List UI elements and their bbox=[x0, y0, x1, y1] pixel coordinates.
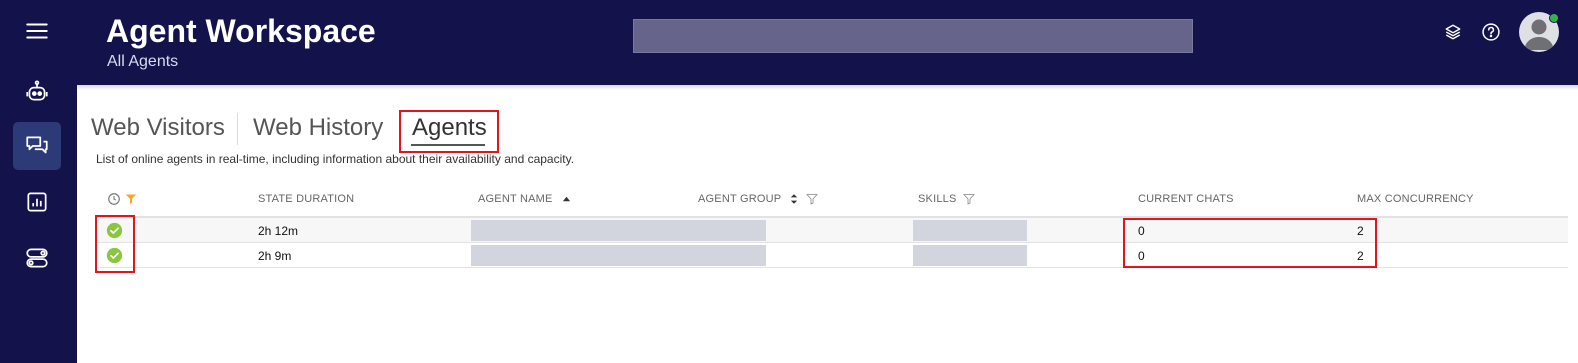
chat-bubbles-icon bbox=[26, 136, 48, 154]
cell-state-duration: 2h 12m bbox=[258, 224, 299, 238]
sort-ascending-icon[interactable] bbox=[562, 195, 571, 204]
page-description: List of online agents in real-time, incl… bbox=[96, 152, 575, 166]
column-header-max-concurrency[interactable]: MAX CONCURRENCY bbox=[1357, 193, 1474, 205]
cell-state-duration: 2h 9m bbox=[258, 249, 292, 263]
column-header-agent-group-label: AGENT GROUP bbox=[698, 193, 782, 205]
page-title: Agent Workspace bbox=[106, 13, 376, 49]
sidebar-item-reports[interactable] bbox=[13, 178, 61, 226]
cell-skills-redacted bbox=[913, 245, 1027, 266]
column-header-agent-group[interactable]: AGENT GROUP bbox=[698, 193, 818, 205]
bar-chart-icon bbox=[27, 192, 47, 212]
highlight-box-chats-concurrency bbox=[1123, 218, 1377, 268]
sidebar bbox=[0, 0, 77, 363]
highlight-box-status-column bbox=[95, 215, 135, 273]
layers-icon bbox=[1445, 24, 1461, 40]
app-root: Agent Workspace All Agents Web Visitors … bbox=[0, 0, 1578, 363]
robot-icon bbox=[26, 80, 48, 101]
tab-web-history[interactable]: Web History bbox=[253, 114, 383, 142]
page-subtitle: All Agents bbox=[107, 53, 179, 70]
status-column-header[interactable] bbox=[107, 192, 137, 206]
cell-agent-name-redacted bbox=[471, 220, 766, 241]
highlight-box-agents-tab bbox=[399, 110, 499, 153]
column-header-agent-name-label: AGENT NAME bbox=[478, 193, 553, 205]
help-icon bbox=[1482, 23, 1500, 41]
sort-both-icon[interactable] bbox=[790, 193, 798, 205]
sidebar-item-conversations[interactable] bbox=[13, 122, 61, 170]
column-header-skills-label: SKILLS bbox=[918, 193, 957, 205]
cell-agent-name-redacted bbox=[471, 245, 766, 266]
menu-icon bbox=[26, 23, 48, 39]
sidebar-item-settings[interactable] bbox=[13, 234, 61, 282]
sidebar-item-bots[interactable] bbox=[13, 68, 61, 116]
column-header-state-duration[interactable]: STATE DURATION bbox=[258, 193, 354, 205]
clock-icon bbox=[108, 193, 120, 205]
search-input[interactable] bbox=[633, 19, 1193, 53]
filter-icon[interactable] bbox=[125, 193, 137, 205]
filter-outline-icon[interactable] bbox=[962, 193, 975, 205]
tab-web-visitors[interactable]: Web Visitors bbox=[91, 114, 225, 142]
top-header: Agent Workspace All Agents bbox=[77, 0, 1578, 85]
menu-button[interactable] bbox=[13, 7, 61, 55]
settings-toggles-icon bbox=[26, 248, 48, 268]
help-button[interactable] bbox=[1479, 20, 1503, 44]
tab-divider bbox=[237, 113, 238, 145]
presence-indicator bbox=[1549, 13, 1559, 23]
filter-outline-icon[interactable] bbox=[805, 193, 818, 205]
cell-skills-redacted bbox=[913, 220, 1027, 241]
column-header-agent-name[interactable]: AGENT NAME bbox=[478, 193, 571, 205]
column-header-current-chats[interactable]: CURRENT CHATS bbox=[1138, 193, 1234, 205]
column-header-skills[interactable]: SKILLS bbox=[918, 193, 975, 205]
header-shadow bbox=[77, 85, 1578, 90]
layers-button[interactable] bbox=[1441, 20, 1465, 44]
